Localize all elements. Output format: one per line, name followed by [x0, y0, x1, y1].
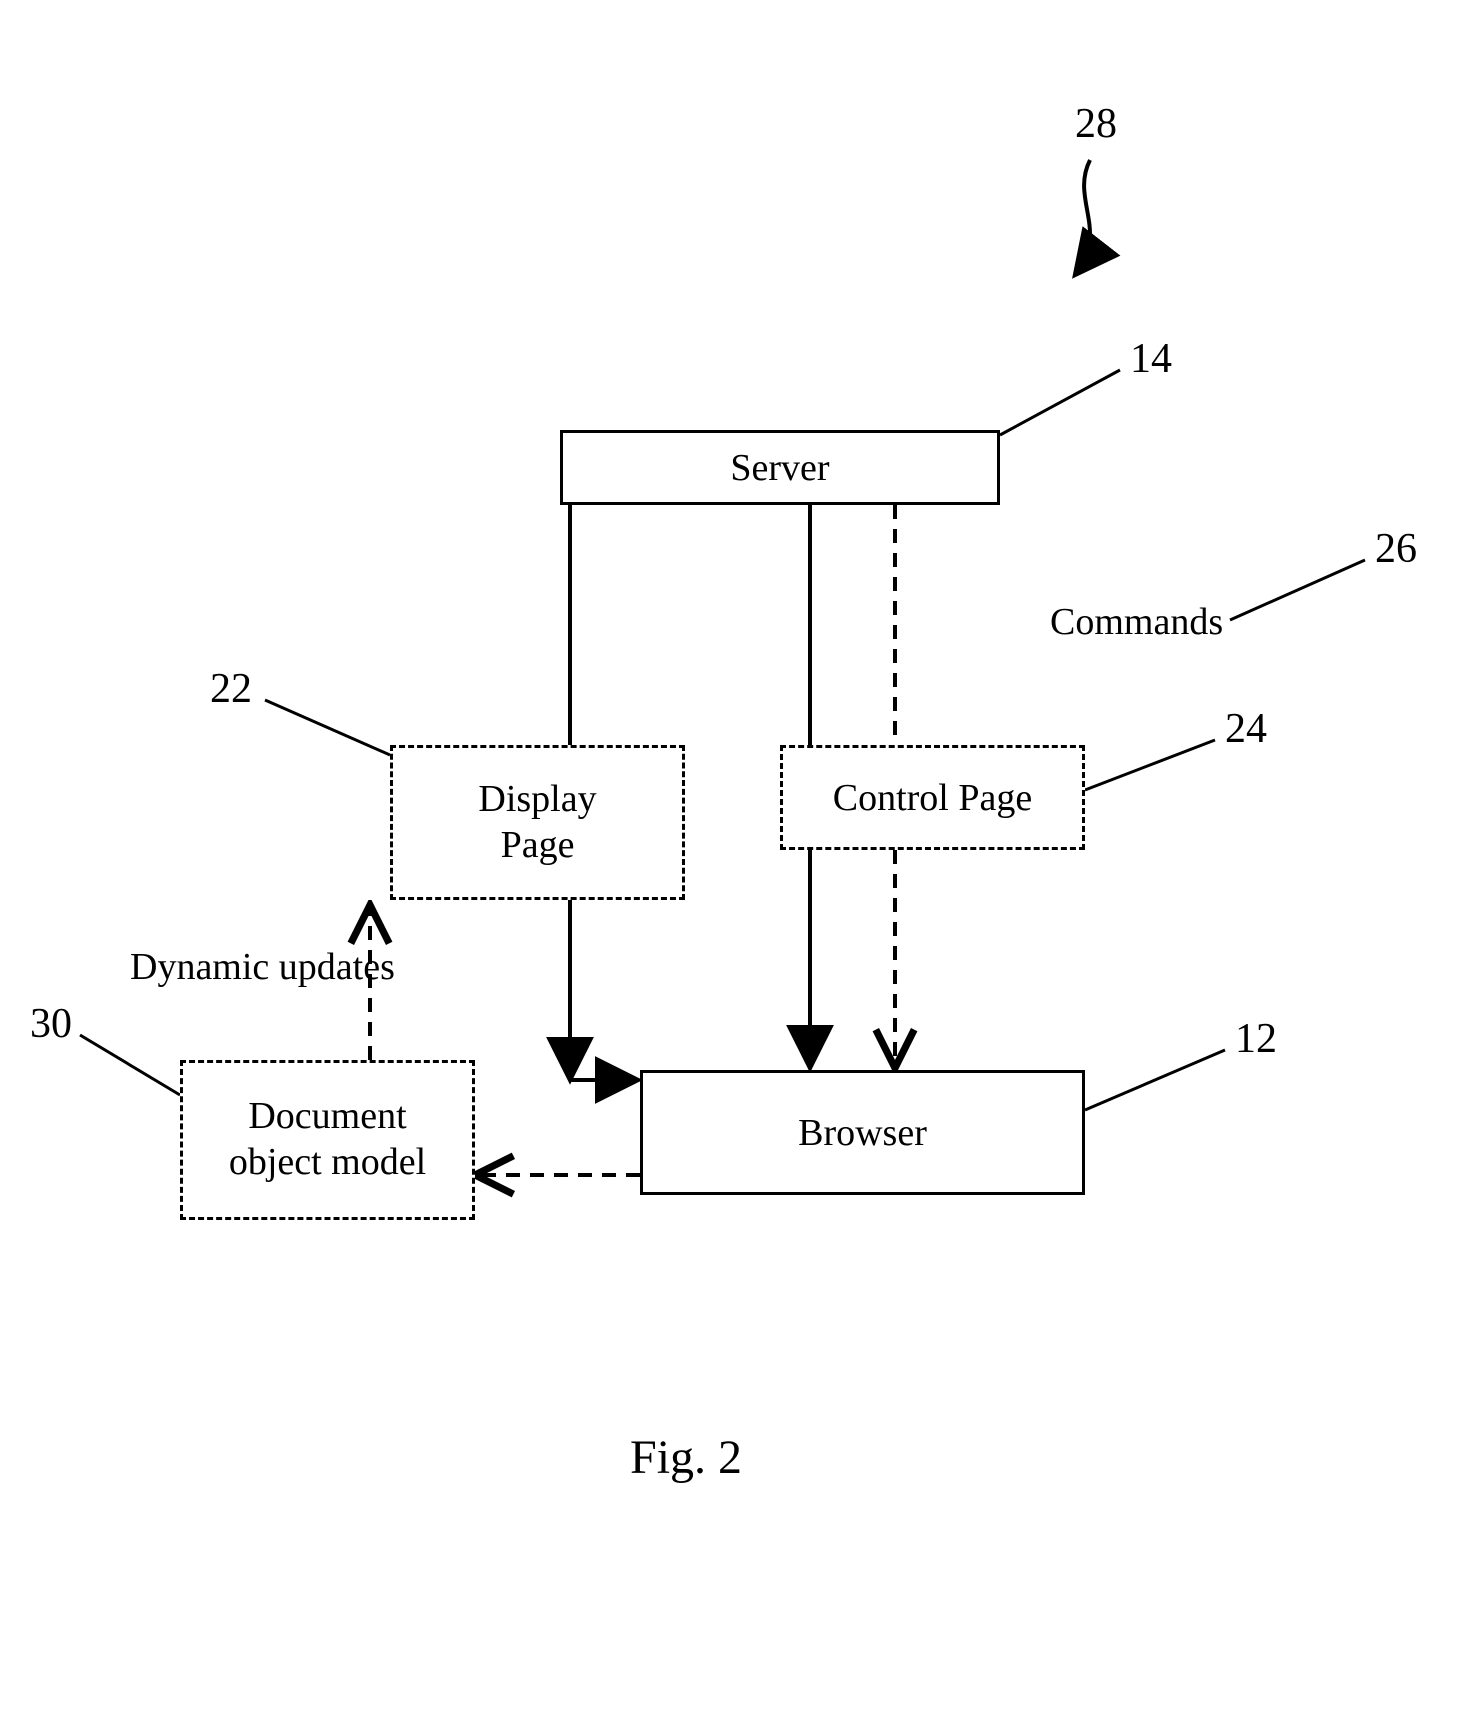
- ref-24: 24: [1225, 705, 1267, 753]
- label-dynamic-updates: Dynamic updates: [130, 945, 395, 989]
- ref-14: 14: [1130, 335, 1172, 383]
- ref-28: 28: [1075, 100, 1117, 148]
- leader-24: [1085, 740, 1215, 790]
- browser-box: Browser: [640, 1070, 1085, 1195]
- leader-30: [80, 1035, 180, 1095]
- leader-14: [1000, 370, 1120, 435]
- leader-26: [1230, 560, 1365, 620]
- dom-label: Document object model: [229, 1094, 426, 1185]
- browser-label: Browser: [798, 1111, 927, 1155]
- control-page-box: Control Page: [780, 745, 1085, 850]
- control-page-label: Control Page: [833, 776, 1032, 820]
- ref-12: 12: [1235, 1015, 1277, 1063]
- label-commands: Commands: [1050, 600, 1223, 644]
- figure-caption: Fig. 2: [630, 1430, 742, 1485]
- server-box: Server: [560, 430, 1000, 505]
- leader-12: [1085, 1050, 1225, 1110]
- dom-box: Document object model: [180, 1060, 475, 1220]
- ref-26: 26: [1375, 525, 1417, 573]
- ref-30: 30: [30, 1000, 72, 1048]
- leader-28: [1075, 160, 1090, 275]
- display-page-box: Display Page: [390, 745, 685, 900]
- ref-22: 22: [210, 665, 252, 713]
- display-page-label: Display Page: [478, 777, 596, 868]
- server-label: Server: [730, 446, 829, 490]
- leader-22: [265, 700, 390, 755]
